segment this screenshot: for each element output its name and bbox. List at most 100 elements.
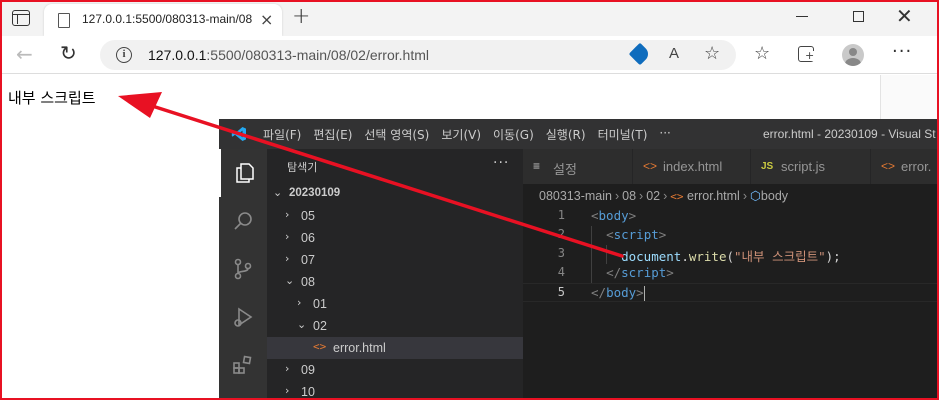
tree-item-label: 20230109 bbox=[289, 187, 341, 199]
new-tab-button[interactable]: + bbox=[292, 4, 310, 29]
run-debug-icon[interactable] bbox=[219, 293, 267, 341]
tree-folder[interactable]: ⌄ 08 bbox=[267, 271, 523, 293]
search-activity-icon[interactable] bbox=[219, 197, 267, 245]
editor-tab[interactable]: JS script.js bbox=[751, 149, 871, 184]
browser-side-panel bbox=[880, 75, 939, 125]
js-file-icon: JS bbox=[761, 161, 774, 172]
site-info-icon[interactable]: i bbox=[116, 47, 132, 63]
chevron-down-icon: ⌄ bbox=[285, 274, 295, 287]
favorites-icon[interactable]: ☆ bbox=[754, 43, 770, 64]
menu-item[interactable]: 이동(G) bbox=[493, 126, 534, 143]
code-text: document.write("내부 스크립트"); bbox=[621, 249, 841, 264]
breadcrumb-folder[interactable]: 080313-main bbox=[539, 189, 612, 203]
breadcrumb-sub2[interactable]: 02 bbox=[646, 189, 660, 203]
source-control-icon[interactable] bbox=[219, 245, 267, 293]
code-line[interactable]: 1 <body> bbox=[523, 207, 939, 226]
tab-actions-icon[interactable] bbox=[12, 10, 30, 26]
html-file-icon: <> bbox=[881, 159, 896, 173]
url-text[interactable]: 127.0.0.1:5500/080313-main/08/02/error.h… bbox=[148, 47, 429, 63]
chevron-down-icon: ⌄ bbox=[297, 318, 307, 331]
address-toolbar: ← ↻ i 127.0.0.1:5500/080313-main/08/02/e… bbox=[0, 36, 939, 74]
tab-title: 127.0.0.1:5500/080313-main/08/0 bbox=[82, 12, 252, 26]
profile-avatar[interactable] bbox=[842, 44, 864, 66]
breadcrumb-file[interactable]: error.html bbox=[687, 189, 740, 203]
more-options-icon[interactable]: ··· bbox=[892, 41, 912, 62]
breadcrumb-separator: › bbox=[614, 189, 620, 203]
breadcrumb-symbol[interactable]: body bbox=[761, 189, 788, 203]
tree-folder[interactable]: › 05 bbox=[267, 205, 523, 227]
tab-close-icon[interactable]: × bbox=[260, 10, 273, 29]
indent-guide bbox=[606, 245, 607, 264]
tree-folder[interactable]: › 10 bbox=[267, 381, 523, 400]
chevron-right-icon: › bbox=[285, 230, 290, 243]
tree-folder[interactable]: › 07 bbox=[267, 249, 523, 271]
chevron-down-icon: ⌄ bbox=[273, 186, 283, 199]
minimize-icon[interactable] bbox=[796, 16, 808, 17]
code-text: <script> bbox=[606, 227, 667, 242]
code-line[interactable]: 3 document.write("내부 스크립트"); bbox=[523, 245, 939, 264]
chevron-right-icon: › bbox=[285, 208, 290, 221]
menu-item[interactable]: 선택 영역(S) bbox=[364, 126, 429, 143]
menu-item[interactable]: 터미널(T) bbox=[598, 126, 648, 143]
code-editor[interactable]: 1 <body> 2 <script> 3 document.write("내부 스크… bbox=[523, 207, 939, 302]
page-icon bbox=[58, 13, 70, 28]
line-number: 5 bbox=[557, 285, 565, 299]
price-tag-icon[interactable] bbox=[628, 42, 652, 66]
reload-icon[interactable]: ↻ bbox=[60, 41, 77, 65]
tree-folder[interactable]: › 01 bbox=[267, 293, 523, 315]
back-icon[interactable]: ← bbox=[16, 42, 33, 66]
address-bar[interactable]: i 127.0.0.1:5500/080313-main/08/02/error… bbox=[100, 40, 736, 70]
tree-item-label: 07 bbox=[301, 253, 315, 267]
breadcrumb-sub1[interactable]: 08 bbox=[622, 189, 636, 203]
tree-item-label: 05 bbox=[301, 209, 315, 223]
breadcrumb: 080313-main › 08 › 02 › <> error.html › ⬡body bbox=[539, 188, 788, 203]
vscode-menubar: 파일(F) 편집(E) 선택 영역(S) 보기(V) 이동(G) 실행(R) 터미널(T) ·… bbox=[263, 126, 671, 143]
tree-folder[interactable]: ⌄ 20230109 bbox=[267, 183, 523, 205]
html-file-icon: <> bbox=[670, 190, 684, 203]
code-line[interactable]: 4 </script> bbox=[523, 264, 939, 283]
editor-tab-label: script.js bbox=[781, 159, 826, 174]
line-number: 3 bbox=[557, 246, 565, 260]
chevron-right-icon: › bbox=[285, 384, 290, 397]
maximize-icon[interactable] bbox=[853, 11, 864, 22]
indent-guide bbox=[591, 245, 592, 264]
indent-guide bbox=[591, 226, 592, 245]
tree-folder[interactable]: › 09 bbox=[267, 359, 523, 381]
tree-item-label: 01 bbox=[313, 297, 327, 311]
indent-guide bbox=[591, 264, 592, 283]
chevron-right-icon: › bbox=[285, 362, 290, 375]
tree-item-label: 10 bbox=[301, 385, 315, 399]
line-number: 2 bbox=[557, 227, 565, 241]
text-cursor bbox=[643, 286, 645, 301]
tree-folder[interactable]: › 06 bbox=[267, 227, 523, 249]
browser-tab-active[interactable]: 127.0.0.1:5500/080313-main/08/0 × bbox=[44, 4, 282, 36]
extensions-icon[interactable] bbox=[219, 341, 267, 389]
editor-tab-label: 설정 bbox=[553, 162, 577, 177]
explorer-more-icon[interactable]: ··· bbox=[493, 155, 509, 171]
tree-file[interactable]: <> error.html bbox=[267, 337, 523, 359]
menu-item[interactable]: 실행(R) bbox=[546, 126, 586, 143]
window-close-icon[interactable]: ✕ bbox=[896, 4, 913, 28]
vscode-titlebar: 파일(F) 편집(E) 선택 영역(S) 보기(V) 이동(G) 실행(R) 터미널(T) ·… bbox=[219, 119, 939, 149]
explorer-activity-icon[interactable] bbox=[219, 149, 267, 197]
code-line[interactable]: 2 <script> bbox=[523, 226, 939, 245]
tree-item-label: 08 bbox=[301, 275, 315, 289]
html-file-icon: <> bbox=[643, 159, 658, 173]
tree-item-label: error.html bbox=[333, 341, 386, 355]
menu-item[interactable]: 파일(F) bbox=[263, 126, 301, 143]
code-line[interactable]: 5 </body> bbox=[523, 283, 939, 302]
vscode-window-title: error.html - 20230109 - Visual St bbox=[763, 127, 936, 141]
code-text: </body> bbox=[591, 285, 645, 301]
menu-item[interactable]: 편집(E) bbox=[313, 126, 352, 143]
menu-more-icon[interactable]: ··· bbox=[659, 126, 670, 143]
read-aloud-icon[interactable]: A bbox=[669, 45, 679, 62]
collections-icon[interactable] bbox=[798, 46, 815, 62]
editor-tab[interactable]: <> index.html bbox=[633, 149, 751, 184]
symbol-icon: ⬡ bbox=[750, 189, 761, 203]
editor-tab[interactable]: <> error. bbox=[871, 149, 939, 184]
add-favorite-icon[interactable]: ☆ bbox=[704, 43, 720, 64]
editor-tab-label: index.html bbox=[663, 159, 723, 174]
menu-item[interactable]: 보기(V) bbox=[441, 126, 481, 143]
editor-tab[interactable]: ≡ 설정 bbox=[523, 149, 633, 184]
tree-folder[interactable]: ⌄ 02 bbox=[267, 315, 523, 337]
